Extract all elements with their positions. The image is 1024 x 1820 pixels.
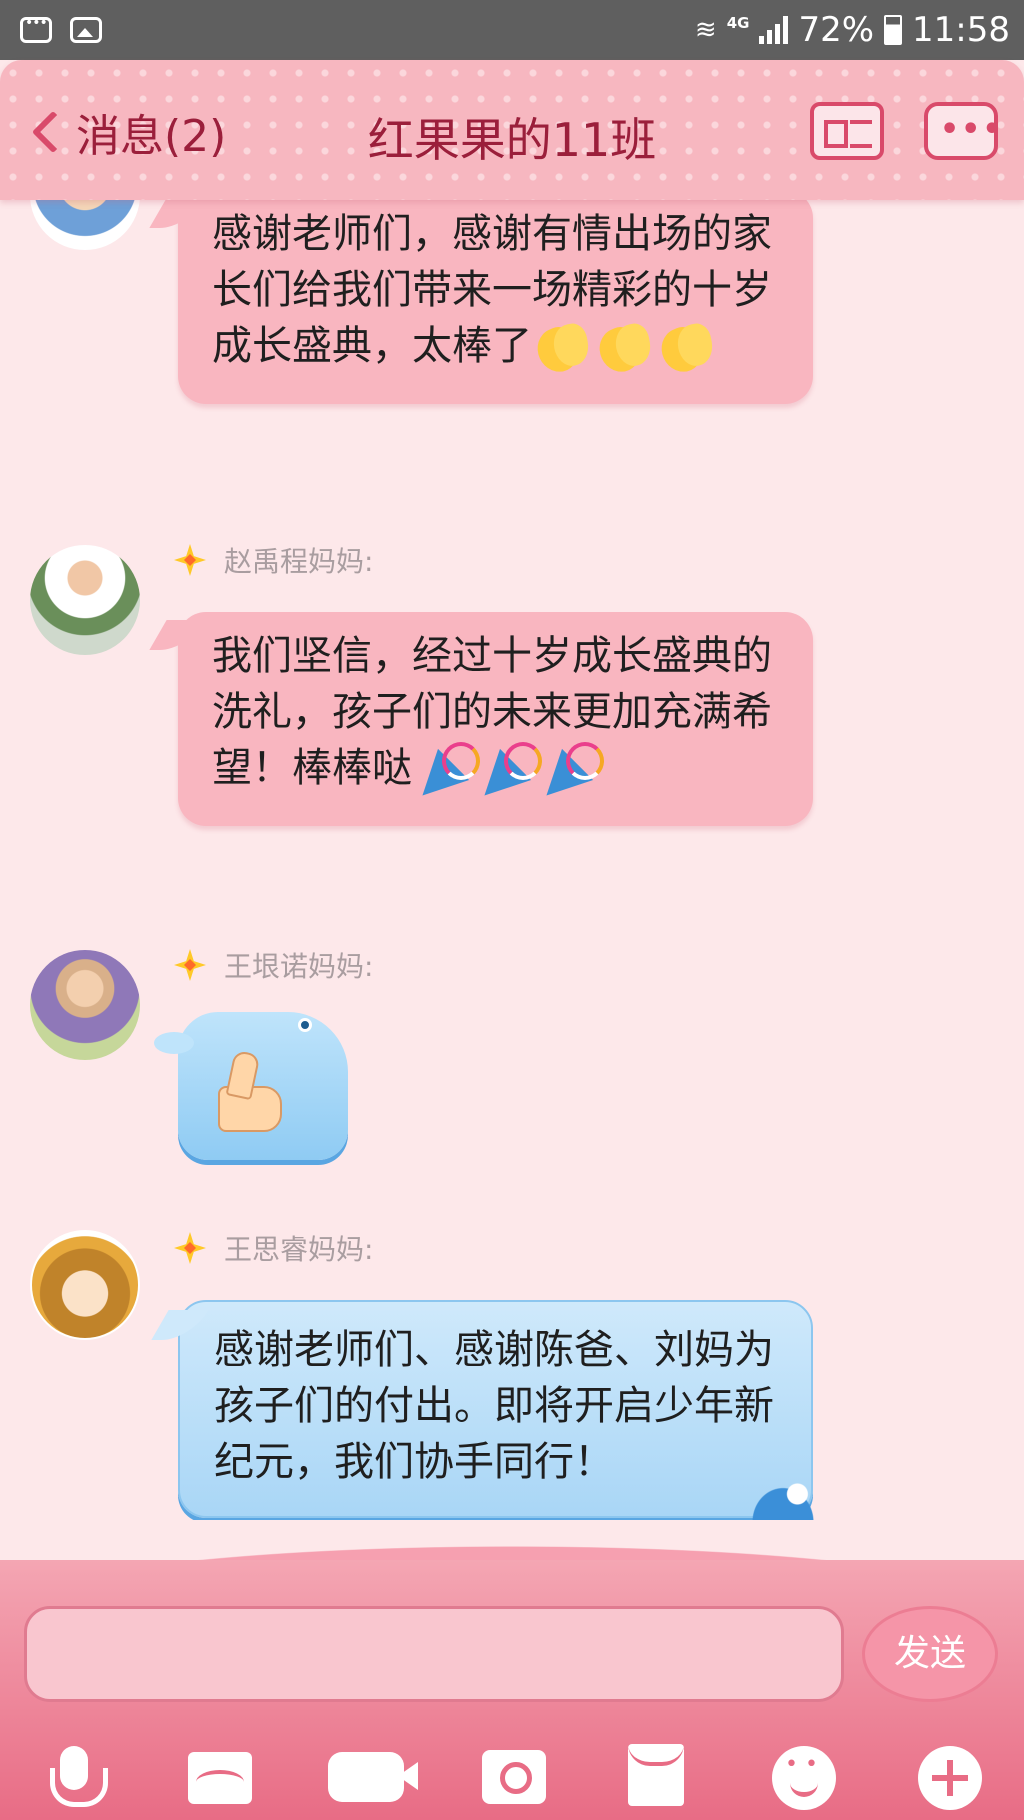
signal-icon	[759, 16, 789, 44]
group-profile-icon[interactable]	[810, 102, 884, 160]
message-text: 感谢老师们、感谢陈爸、刘妈为孩子们的付出。即将开启少年新纪元，我们协手同行！	[214, 1327, 774, 1485]
sticker-bubble[interactable]	[154, 1012, 348, 1160]
message-notification-icon	[20, 15, 52, 43]
clapping-hands-emoji-icon	[532, 318, 594, 378]
message-input[interactable]	[24, 1606, 844, 1702]
avatar[interactable]	[30, 200, 140, 250]
emoji-icon[interactable]	[772, 1746, 836, 1810]
composer-bar: 发送	[0, 1520, 1024, 1820]
image-notification-icon	[70, 17, 102, 43]
avatar[interactable]	[30, 1230, 140, 1340]
wave-decoration-icon	[747, 1482, 819, 1522]
battery-icon	[884, 15, 903, 45]
input-toolbar	[0, 1728, 1024, 1820]
clapping-hands-emoji-icon	[656, 318, 718, 378]
star-badge-icon	[170, 540, 210, 580]
photo-icon[interactable]	[188, 1752, 252, 1804]
status-bar: ≋ 4G 72% 11:58	[0, 0, 1024, 60]
message-bubble[interactable]: 感谢老师们、感谢陈爸、刘妈为孩子们的付出。即将开启少年新纪元，我们协手同行！	[178, 1300, 819, 1522]
envelope-icon[interactable]	[628, 1744, 684, 1806]
sender-name: 王思睿妈妈:	[224, 1233, 374, 1266]
battery-percent: 72%	[798, 10, 875, 50]
message-bubble[interactable]: 我们坚信，经过十岁成长盛典的洗礼，孩子们的未来更加充满希望！棒棒哒	[178, 612, 813, 826]
star-badge-icon	[170, 1228, 210, 1268]
video-icon[interactable]	[328, 1752, 418, 1802]
sender-name: 王垠诺妈妈:	[224, 950, 374, 983]
plus-icon[interactable]	[918, 1746, 982, 1810]
camera-icon[interactable]	[482, 1750, 546, 1804]
send-button[interactable]: 发送	[862, 1606, 998, 1702]
star-badge-icon	[170, 945, 210, 985]
party-popper-emoji-icon	[412, 740, 480, 800]
party-popper-emoji-icon	[536, 740, 604, 800]
thumbs-up-icon	[218, 1052, 298, 1132]
message-bubble[interactable]: 感谢老师们，感谢有情出场的家长们给我们带来一场精彩的十岁成长盛典，太棒了	[178, 200, 813, 404]
network-type: 4G	[726, 14, 750, 32]
sender-name: 赵禹程妈妈:	[224, 545, 374, 578]
party-popper-emoji-icon	[474, 740, 542, 800]
wifi-icon: ≋	[694, 15, 717, 45]
avatar[interactable]	[30, 545, 140, 655]
clock: 11:58	[912, 10, 1010, 50]
sender-row: 赵禹程妈妈:	[170, 540, 373, 580]
chat-message-list[interactable]: 感谢老师们，感谢有情出场的家长们给我们带来一场精彩的十岁成长盛典，太棒了 赵禹程…	[0, 200, 1024, 1530]
more-options-icon[interactable]: •••	[924, 102, 1002, 160]
sender-row: 王思睿妈妈:	[170, 1228, 373, 1268]
sender-row: 王垠诺妈妈:	[170, 945, 373, 985]
chat-header: 消息(2) 红果果的11班 •••	[0, 60, 1024, 200]
microphone-icon[interactable]	[42, 1746, 108, 1810]
clapping-hands-emoji-icon	[594, 318, 656, 378]
sticker-eye	[298, 1018, 312, 1032]
avatar[interactable]	[30, 950, 140, 1060]
